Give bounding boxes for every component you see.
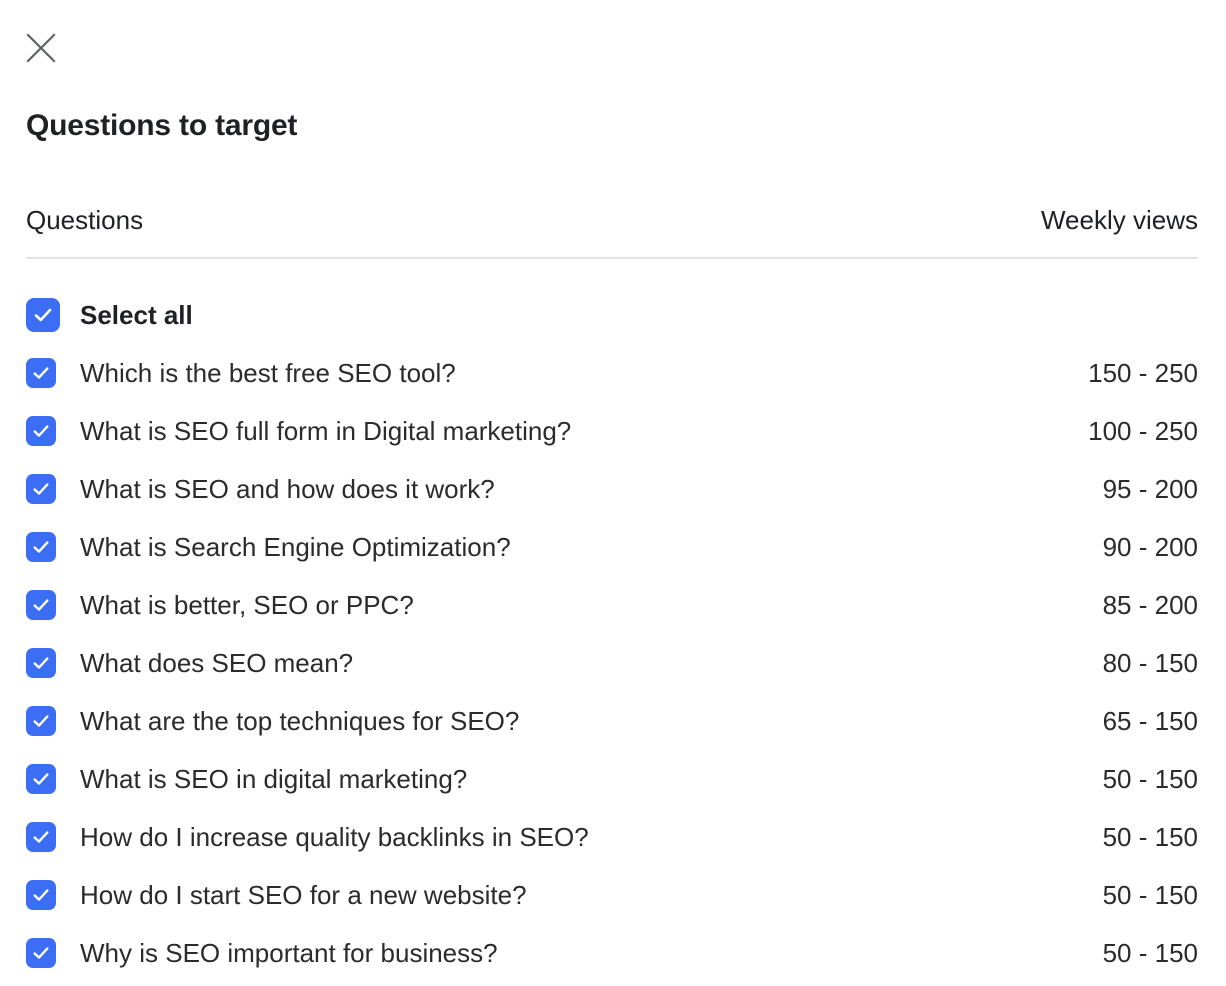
weekly-views-value: 65 - 150 <box>1102 706 1198 736</box>
select-all-control[interactable]: Select all <box>26 298 1198 332</box>
question-label: Which is the best free SEO tool? <box>80 358 456 388</box>
weekly-views-value: 50 - 150 <box>1102 764 1198 794</box>
table-row[interactable]: What does SEO mean? 80 - 150 <box>26 634 1198 692</box>
question-label: How do I start SEO for a new website? <box>80 880 527 910</box>
weekly-views-value: 85 - 200 <box>1102 590 1198 620</box>
check-icon <box>31 653 51 673</box>
question-label: What is Search Engine Optimization? <box>80 532 511 562</box>
question-control[interactable]: What is SEO and how does it work? <box>26 472 1103 506</box>
table-row[interactable]: Which is the best free SEO tool? 150 - 25… <box>26 344 1198 402</box>
question-control[interactable]: What is SEO in digital marketing? <box>26 762 1103 796</box>
question-control[interactable]: What does SEO mean? <box>26 646 1103 680</box>
question-label: What are the top techniques for SEO? <box>80 706 520 736</box>
question-control[interactable]: How do I increase quality backlinks in S… <box>26 820 1103 854</box>
close-icon <box>26 33 56 63</box>
questions-list: Select all Which is the best free SEO to… <box>26 286 1198 982</box>
question-checkbox[interactable] <box>26 706 56 736</box>
column-header-questions: Questions <box>26 205 144 235</box>
table-row[interactable]: What is SEO and how does it work? 95 - 20… <box>26 460 1198 518</box>
table-header: Questions Weekly views <box>26 203 1198 237</box>
check-icon <box>31 711 51 731</box>
weekly-views-value: 50 - 150 <box>1102 822 1198 852</box>
table-row[interactable]: What is SEO in digital marketing? 50 - 15… <box>26 750 1198 808</box>
check-icon <box>32 304 54 326</box>
question-checkbox[interactable] <box>26 474 56 504</box>
question-checkbox[interactable] <box>26 938 56 968</box>
question-checkbox[interactable] <box>26 416 56 446</box>
check-icon <box>31 827 51 847</box>
weekly-views-value: 95 - 200 <box>1102 474 1198 504</box>
check-icon <box>31 479 51 499</box>
question-checkbox[interactable] <box>26 822 56 852</box>
header-divider <box>26 257 1198 259</box>
check-icon <box>31 769 51 789</box>
table-row[interactable]: What is Search Engine Optimization? 90 - … <box>26 518 1198 576</box>
weekly-views-value: 50 - 150 <box>1102 880 1198 910</box>
check-icon <box>31 537 51 557</box>
table-row[interactable]: What are the top techniques for SEO? 65 -… <box>26 692 1198 750</box>
question-label: What is SEO full form in Digital marketi… <box>80 416 572 446</box>
question-checkbox[interactable] <box>26 532 56 562</box>
question-label: What does SEO mean? <box>80 648 354 678</box>
question-label: What is SEO and how does it work? <box>80 474 495 504</box>
question-checkbox[interactable] <box>26 358 56 388</box>
column-header-weekly-views: Weekly views <box>1040 205 1198 235</box>
check-icon <box>31 943 51 963</box>
table-row[interactable]: What is better, SEO or PPC? 85 - 200 <box>26 576 1198 634</box>
select-all-checkbox[interactable] <box>26 298 60 332</box>
weekly-views-value: 150 - 250 <box>1088 358 1198 388</box>
question-checkbox[interactable] <box>26 764 56 794</box>
question-control[interactable]: How do I start SEO for a new website? <box>26 878 1103 912</box>
weekly-views-value: 100 - 250 <box>1088 416 1198 446</box>
table-row[interactable]: How do I start SEO for a new website? 50 … <box>26 866 1198 924</box>
question-label: How do I increase quality backlinks in S… <box>80 822 589 852</box>
question-control[interactable]: What is better, SEO or PPC? <box>26 588 1103 622</box>
weekly-views-value: 80 - 150 <box>1102 648 1198 678</box>
select-all-row[interactable]: Select all <box>26 286 1198 344</box>
question-control[interactable]: Why is SEO important for business? <box>26 936 1103 970</box>
question-label: What is better, SEO or PPC? <box>80 590 414 620</box>
table-row[interactable]: How do I increase quality backlinks in S… <box>26 808 1198 866</box>
question-control[interactable]: What are the top techniques for SEO? <box>26 704 1103 738</box>
table-row[interactable]: What is SEO full form in Digital marketi… <box>26 402 1198 460</box>
page-title: Questions to target <box>26 109 298 142</box>
question-control[interactable]: What is SEO full form in Digital marketi… <box>26 414 1088 448</box>
check-icon <box>31 421 51 441</box>
weekly-views-value: 90 - 200 <box>1102 532 1198 562</box>
question-control[interactable]: Which is the best free SEO tool? <box>26 356 1088 390</box>
check-icon <box>31 595 51 615</box>
select-all-label: Select all <box>80 300 193 330</box>
question-checkbox[interactable] <box>26 880 56 910</box>
questions-to-target-dialog: Questions to target Questions Weekly vie… <box>0 0 1226 986</box>
question-checkbox[interactable] <box>26 648 56 678</box>
close-button[interactable] <box>21 28 61 68</box>
question-label: What is SEO in digital marketing? <box>80 764 468 794</box>
check-icon <box>31 363 51 383</box>
check-icon <box>31 885 51 905</box>
question-control[interactable]: What is Search Engine Optimization? <box>26 530 1103 564</box>
question-checkbox[interactable] <box>26 590 56 620</box>
question-label: Why is SEO important for business? <box>80 938 498 968</box>
table-row[interactable]: Why is SEO important for business? 50 - 1… <box>26 924 1198 982</box>
weekly-views-value: 50 - 150 <box>1102 938 1198 968</box>
